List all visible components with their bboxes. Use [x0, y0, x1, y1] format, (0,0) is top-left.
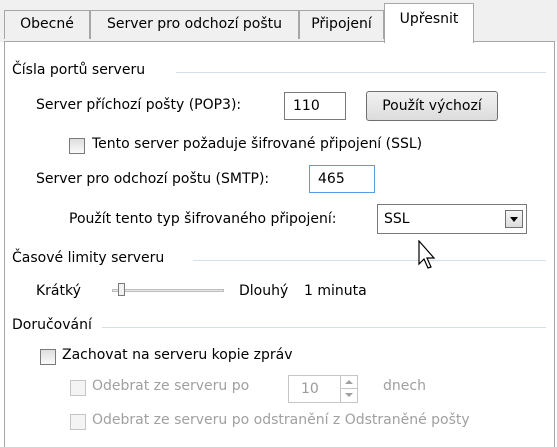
encryption-type-value: SSL — [384, 211, 410, 227]
days-unit-label: dnech — [383, 378, 426, 394]
spinner-up-icon[interactable] — [341, 376, 357, 389]
tab-label: Připojení — [311, 16, 372, 32]
days-value: 10 — [301, 381, 319, 397]
ports-group-divider — [176, 72, 546, 73]
use-default-button[interactable]: Použít výchozí — [366, 91, 498, 121]
ssl-checkbox-label: Tento server požaduje šifrované připojen… — [92, 136, 423, 152]
pop3-label: Server příchozí pošty (POP3): — [36, 97, 242, 113]
timeouts-group-divider — [193, 260, 546, 261]
timeout-slider-track[interactable] — [112, 289, 224, 292]
mouse-cursor-icon — [418, 240, 436, 269]
timeout-slider-thumb[interactable] — [118, 283, 125, 296]
chevron-down-icon[interactable] — [505, 210, 523, 228]
tab-connection[interactable]: Připojení — [299, 10, 384, 39]
encryption-type-select[interactable]: SSL — [377, 204, 527, 234]
tab-general[interactable]: Obecné — [4, 10, 90, 39]
remove-deleted-label: Odebrat ze serveru po odstranění z Odstr… — [92, 412, 470, 428]
tab-strip: Obecné Server pro odchozí poštu Připojen… — [0, 0, 557, 43]
remove-after-checkbox[interactable] — [70, 380, 86, 396]
spinner-down-icon[interactable] — [341, 389, 357, 402]
tab-outgoing-server[interactable]: Server pro odchozí poštu — [90, 10, 299, 39]
delivery-group-title: Doručování — [12, 317, 92, 333]
tab-advanced[interactable]: Upřesnit — [384, 3, 474, 43]
smtp-label: Server pro odchozí poštu (SMTP): — [36, 171, 270, 187]
keep-copy-label: Zachovat na serveru kopie zpráv — [62, 347, 293, 363]
timeout-value: 1 minuta — [304, 283, 367, 299]
keep-copy-checkbox[interactable] — [40, 349, 56, 365]
delivery-group-divider — [102, 327, 546, 328]
spinner-buttons — [340, 376, 357, 402]
timeout-short-label: Krátký — [36, 283, 81, 299]
smtp-port-input[interactable]: 465 — [309, 165, 375, 193]
tab-label: Server pro odchozí poštu — [106, 16, 283, 32]
tab-label: Upřesnit — [399, 11, 459, 27]
remove-after-label: Odebrat ze serveru po — [92, 378, 250, 394]
pop3-port-input[interactable]: 110 — [284, 92, 346, 120]
ports-group-title: Čísla portů serveru — [12, 62, 146, 78]
timeouts-group-title: Časové limity serveru — [12, 250, 165, 266]
timeout-long-label: Dlouhý — [239, 283, 289, 299]
encryption-type-label: Použít tento typ šifrovaného připojení: — [69, 211, 337, 227]
days-spinner[interactable]: 10 — [288, 375, 358, 403]
remove-deleted-checkbox[interactable] — [70, 414, 86, 430]
tab-label: Obecné — [20, 16, 74, 32]
ssl-checkbox[interactable] — [69, 138, 85, 154]
